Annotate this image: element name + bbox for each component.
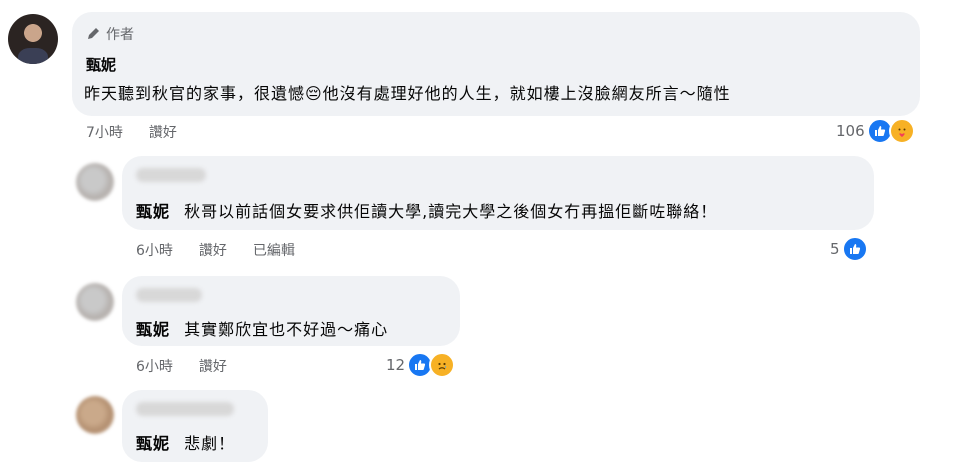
comment-text: 悲劇！ (184, 434, 236, 453)
commenter-name-redacted (136, 288, 202, 302)
reaction-summary[interactable]: 106 (836, 118, 915, 144)
commenter-name[interactable]: 甄妮 (86, 54, 116, 75)
comment-bubble: 甄妮 悲劇！ (122, 390, 268, 462)
comment-bubble: 作者 甄妮 昨天聽到秋官的家事，很遺憾😔他沒有處理好他的人生，就如樓上沒臉網友所… (72, 12, 920, 116)
comment-body: 甄妮 其實鄭欣宜也不好過～痛心 (136, 316, 388, 340)
sad-icon (429, 352, 456, 378)
comment-body: 甄妮 悲劇！ (136, 430, 235, 454)
comment-actions: 6小時 讚好 (136, 356, 227, 376)
author-avatar[interactable] (8, 14, 58, 64)
reaction-summary[interactable]: 5 (830, 236, 868, 262)
comment-actions: 7小時 讚好 (86, 122, 177, 142)
comment-timestamp[interactable]: 6小時 (136, 356, 173, 376)
care-icon (888, 118, 915, 144)
like-button[interactable]: 讚好 (199, 240, 227, 260)
pencil-icon (86, 27, 100, 41)
comment-actions: 6小時 讚好 已編輯 (136, 240, 295, 260)
tagged-name[interactable]: 甄妮 (136, 434, 170, 453)
comment-timestamp[interactable]: 7小時 (86, 122, 123, 142)
comment-text: 秋哥以前話個女要求供佢讀大學,讀完大學之後個女冇再搵佢斷咗聯絡！ (184, 202, 718, 221)
author-badge-label: 作者 (106, 27, 134, 43)
tagged-name[interactable]: 甄妮 (136, 202, 170, 221)
commenter-name-redacted (136, 168, 206, 182)
commenter-avatar[interactable] (76, 283, 114, 321)
reaction-count: 5 (830, 240, 840, 258)
reaction-count: 12 (386, 356, 406, 374)
like-button[interactable]: 讚好 (199, 356, 227, 376)
commenter-avatar[interactable] (76, 396, 114, 434)
comment-bubble: 甄妮 秋哥以前話個女要求供佢讀大學,讀完大學之後個女冇再搵佢斷咗聯絡！ (122, 156, 874, 230)
like-icon (841, 236, 868, 262)
tagged-name[interactable]: 甄妮 (136, 320, 170, 339)
comment-text: 其實鄭欣宜也不好過～痛心 (184, 320, 389, 339)
comment-timestamp[interactable]: 6小時 (136, 240, 173, 260)
edited-label: 已編輯 (252, 243, 295, 259)
reaction-summary[interactable]: 12 (386, 352, 456, 378)
commenter-name-redacted (136, 402, 234, 416)
comment-bubble: 甄妮 其實鄭欣宜也不好過～痛心 (122, 276, 460, 346)
comment-text: 昨天聽到秋官的家事，很遺憾😔他沒有處理好他的人生，就如樓上沒臉網友所言～隨性 (84, 84, 731, 103)
comment-body: 甄妮 秋哥以前話個女要求供佢讀大學,讀完大學之後個女冇再搵佢斷咗聯絡！ (136, 198, 717, 222)
commenter-avatar[interactable] (76, 163, 114, 201)
author-badge: 作者 (86, 24, 134, 44)
reaction-count: 106 (836, 122, 865, 140)
like-button[interactable]: 讚好 (149, 122, 177, 142)
